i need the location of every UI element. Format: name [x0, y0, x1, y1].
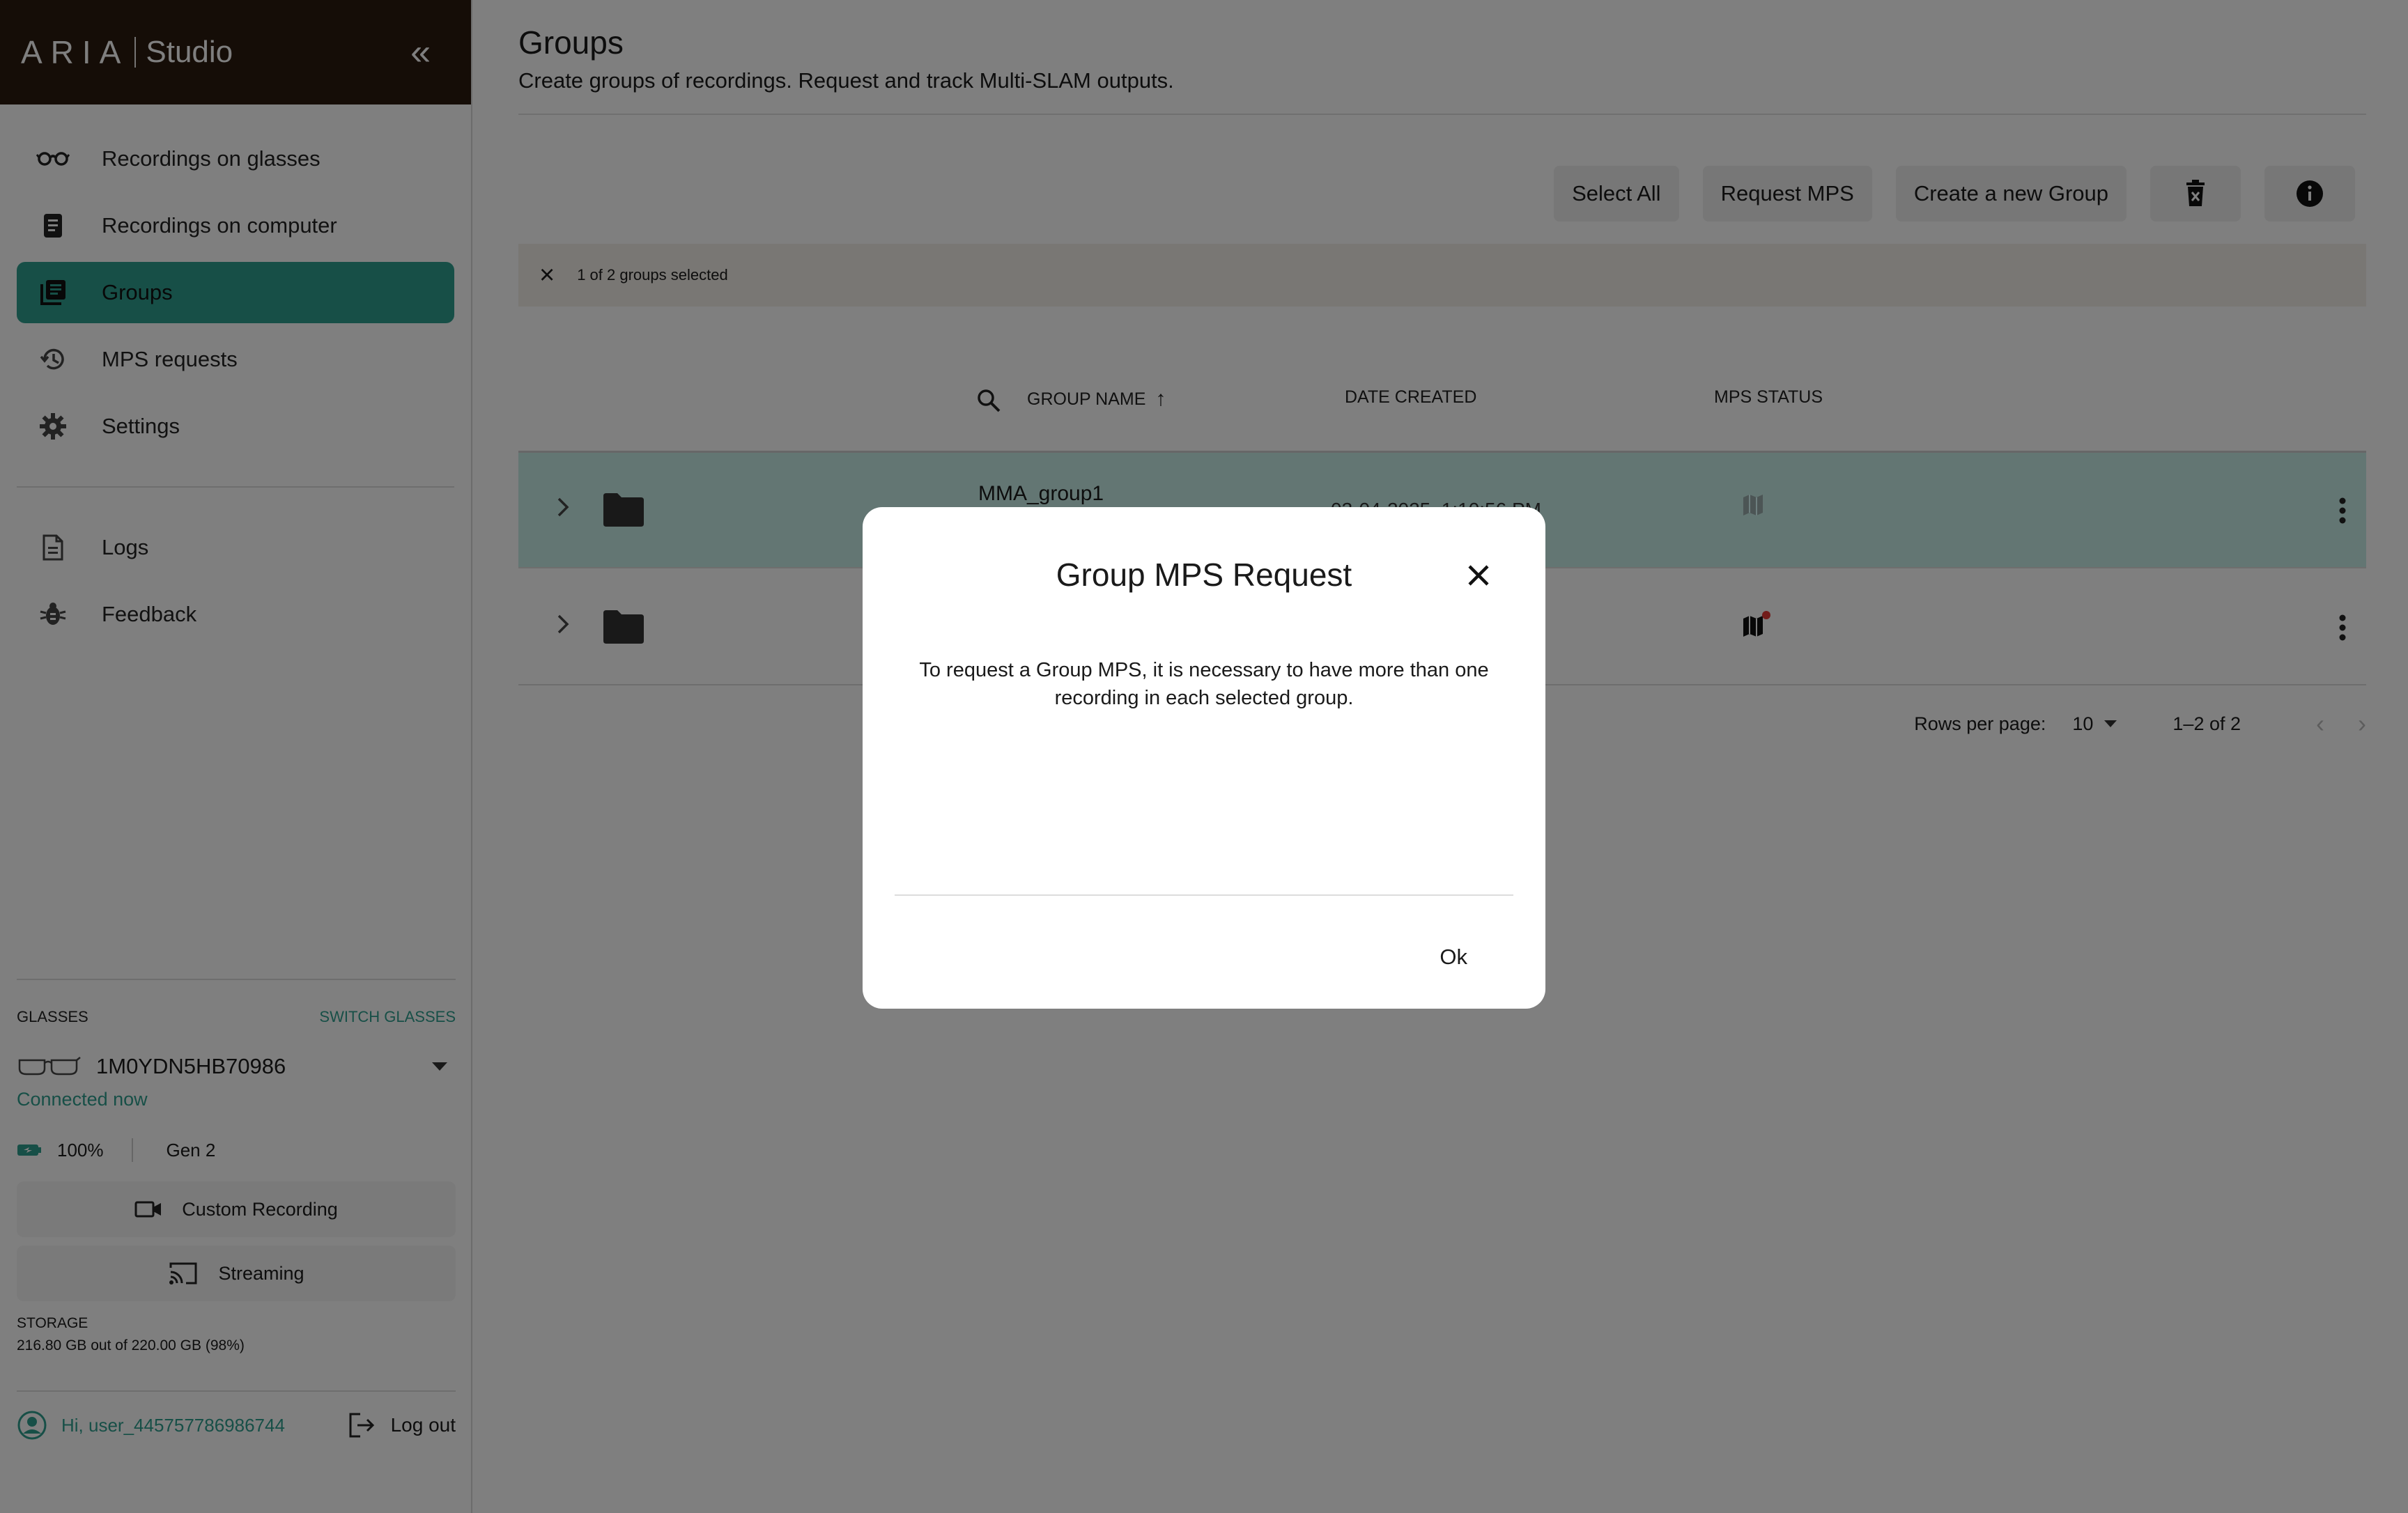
dialog-message: To request a Group MPS, it is necessary … — [919, 659, 1489, 709]
group-mps-request-dialog: Group MPS Request To request a Group MPS… — [863, 507, 1545, 1009]
dialog-divider — [895, 894, 1513, 896]
ok-button[interactable]: Ok — [1431, 939, 1476, 975]
close-icon[interactable] — [1467, 564, 1490, 590]
dialog-title: Group MPS Request — [1056, 557, 1352, 593]
